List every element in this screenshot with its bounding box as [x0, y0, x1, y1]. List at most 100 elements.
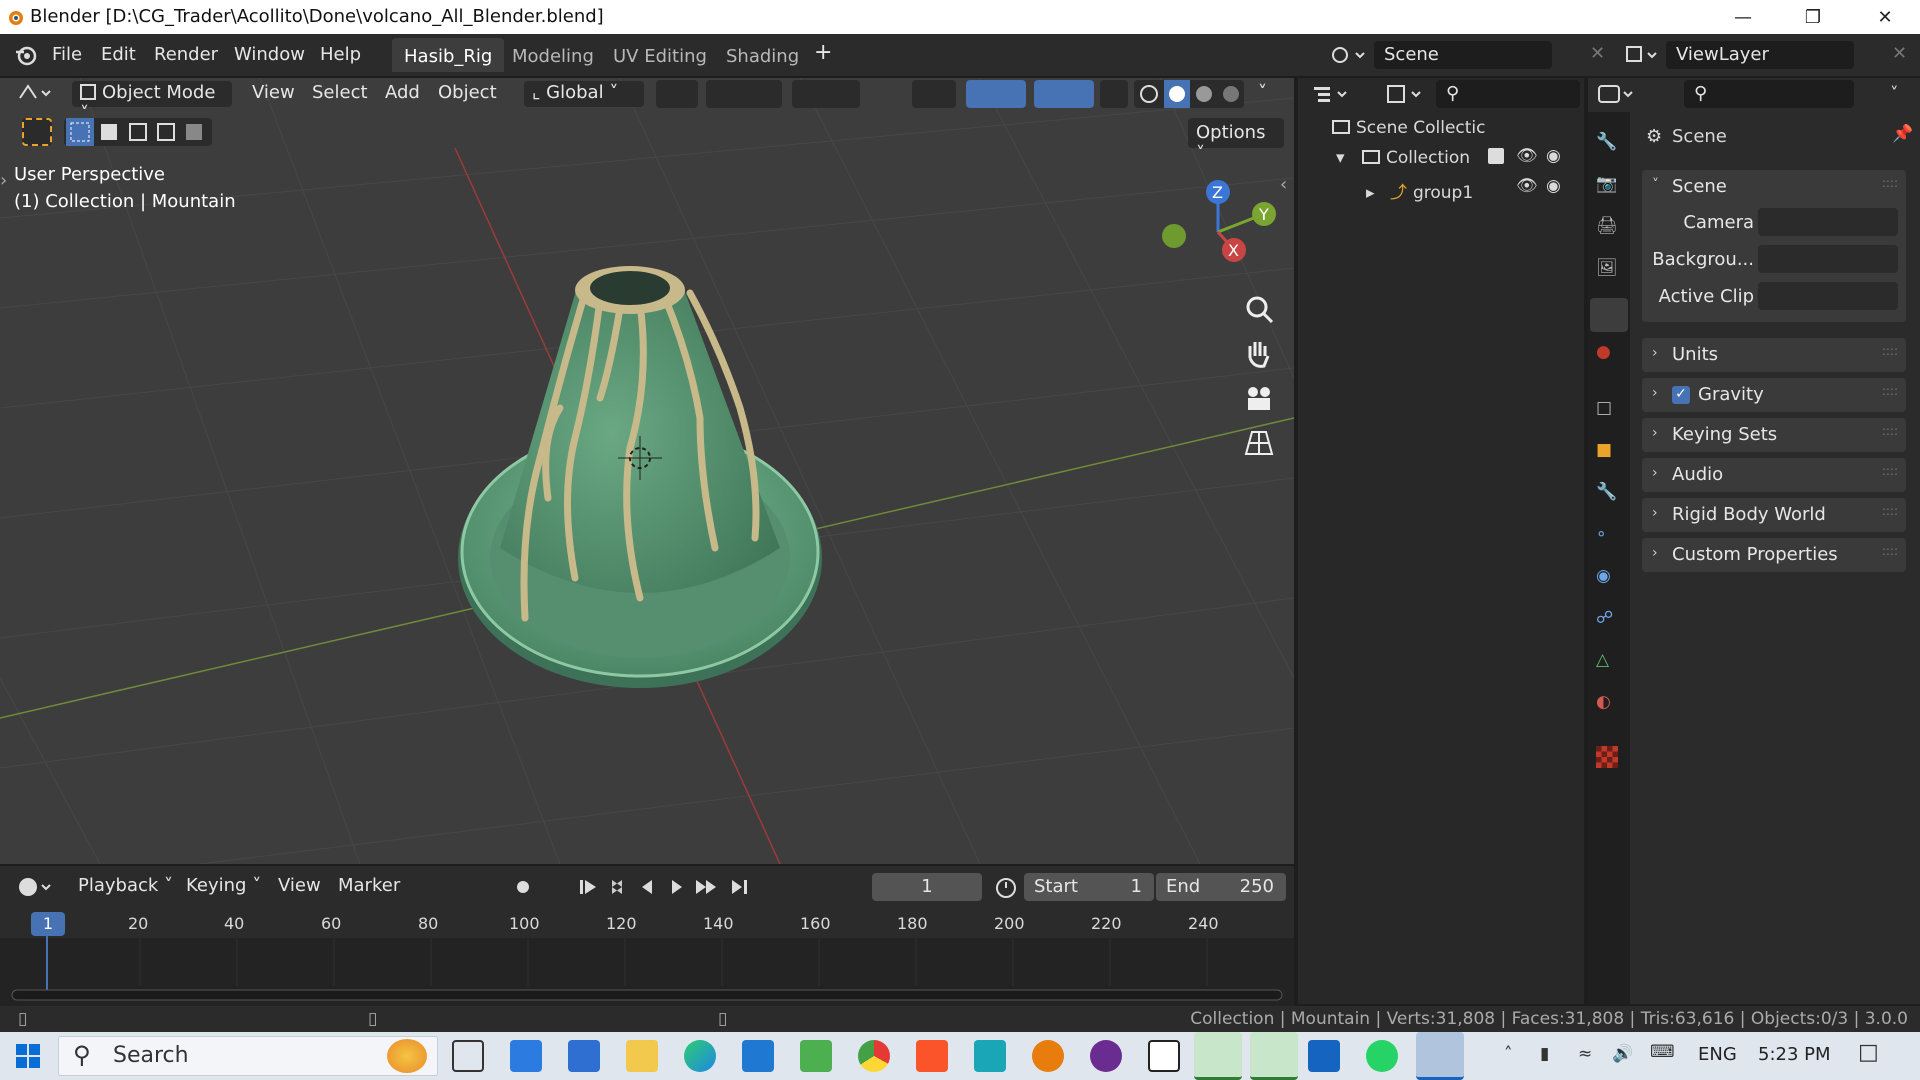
scene-field[interactable]: Scene [1374, 41, 1552, 69]
particles-tab-icon[interactable]: ∘ [1596, 524, 1622, 550]
tab-shading[interactable]: Shading [714, 38, 811, 72]
transform-orientation-dropdown[interactable]: ⌞ Global ˅ [524, 81, 644, 107]
m-app-icon[interactable] [974, 1040, 1006, 1072]
tool-tab-icon[interactable]: 🔧 [1596, 132, 1622, 158]
active-clip-field[interactable] [1758, 282, 1898, 310]
collection-checkbox-icon[interactable] [1488, 148, 1504, 164]
m-app-2-icon[interactable] [1308, 1040, 1340, 1072]
blender-active-icon[interactable] [1416, 1032, 1464, 1080]
auto-keying-icon[interactable] [506, 873, 558, 901]
navigation-gizmo[interactable]: Z Y X [1156, 172, 1280, 282]
material-tab-icon[interactable]: ◐ [1596, 692, 1622, 718]
whatsapp-icon[interactable] [1366, 1040, 1398, 1072]
panel-units[interactable]: › Units:::: [1642, 338, 1906, 372]
view-layer-tab-icon[interactable]: 🖼 [1596, 258, 1622, 284]
select-tool-icon[interactable] [22, 118, 52, 146]
gravity-checkbox-icon[interactable]: ✓ [1672, 386, 1690, 404]
display-mode-icon[interactable] [1384, 80, 1428, 108]
start-button-icon[interactable] [12, 1040, 44, 1072]
constraints-tab-icon[interactable]: ☍ [1596, 608, 1622, 634]
taskbar-search-box[interactable]: ⚲ Search [58, 1036, 438, 1076]
keyboard-icon[interactable]: ⌨ [1650, 1042, 1675, 1062]
select-mode-icons[interactable] [64, 118, 212, 146]
volume-icon[interactable]: 🔊 [1612, 1044, 1633, 1064]
start-frame-field[interactable]: Start 1 [1024, 873, 1154, 901]
blender-menu-icon[interactable] [14, 43, 38, 67]
menu-object[interactable]: Object [430, 81, 505, 107]
ortho-grid-icon[interactable] [1240, 424, 1278, 462]
zoom-icon[interactable] [1240, 290, 1278, 328]
brave-icon[interactable] [916, 1040, 948, 1072]
output-tab-icon[interactable]: 🖨 [1596, 216, 1622, 242]
tray-chevron-icon[interactable]: ˄ [1504, 1044, 1513, 1064]
mode-dropdown[interactable]: Object Mode ˅ [72, 81, 232, 124]
timeline-menu-keying[interactable]: Keying ˅ [178, 874, 269, 900]
new-scene-icon[interactable] [1554, 41, 1582, 69]
scene-tab-icon[interactable] [1590, 298, 1628, 332]
menu-view[interactable]: View [244, 81, 303, 107]
end-frame-field[interactable]: End 250 [1156, 873, 1286, 901]
outliner-row-collection[interactable]: ▾ Collection [1336, 148, 1470, 168]
vscode-icon[interactable] [742, 1040, 774, 1072]
chrome-active-icon-2[interactable] [1250, 1032, 1298, 1080]
camera-view-icon[interactable] [1240, 380, 1278, 418]
panel-keying-sets[interactable]: › Keying Sets:::: [1642, 418, 1906, 452]
close-button[interactable]: ✕ [1856, 0, 1914, 34]
gizmo-toggle-icon[interactable] [966, 80, 1026, 108]
object-tab-icon[interactable]: ■ [1596, 440, 1622, 466]
panel-gravity[interactable]: › ✓ Gravity:::: [1642, 378, 1906, 412]
data-tab-icon[interactable]: △ [1596, 650, 1622, 676]
stopwatch-icon[interactable] [992, 875, 1020, 899]
shading-mode-icons[interactable] [1134, 80, 1244, 108]
file-explorer-icon[interactable] [626, 1040, 658, 1072]
camera-field[interactable] [1758, 208, 1898, 236]
remove-scene-icon[interactable]: ✕ [1590, 43, 1605, 64]
pivot-point-icon[interactable] [656, 80, 698, 108]
menu-help[interactable]: Help [320, 44, 361, 65]
snapping-icon[interactable] [706, 80, 782, 108]
collection-visibility-icon[interactable]: 👁 [1516, 146, 1538, 166]
properties-options-chevron[interactable]: ˅ [1890, 84, 1899, 104]
toolbar-toggle-icon[interactable]: › [0, 170, 7, 191]
menu-file[interactable]: File [52, 44, 82, 65]
blender-taskbar-icon[interactable] [1032, 1040, 1064, 1072]
panel-custom-properties[interactable]: › Custom Properties:::: [1642, 538, 1906, 572]
menu-edit[interactable]: Edit [101, 44, 136, 65]
remove-viewlayer-icon[interactable]: ✕ [1892, 43, 1907, 64]
wifi-icon[interactable]: ≈ [1578, 1044, 1592, 1064]
minimize-button[interactable]: — [1714, 0, 1772, 34]
pan-hand-icon[interactable] [1240, 334, 1278, 372]
sidebar-toggle-icon[interactable]: ‹ [1280, 174, 1287, 195]
menu-window[interactable]: Window [234, 44, 305, 65]
scene-selector-icon[interactable] [1330, 41, 1374, 69]
current-frame-field[interactable]: 1 [872, 873, 982, 901]
shading-options-chevron[interactable]: ˅ [1250, 81, 1275, 107]
chrome-active-icon[interactable] [1194, 1032, 1242, 1080]
edge-icon[interactable] [684, 1040, 716, 1072]
render-tab-icon[interactable]: 📷 [1596, 174, 1622, 200]
group1-render-icon[interactable]: ◉ [1546, 176, 1561, 196]
overlay-toggle-icon[interactable] [1034, 80, 1094, 108]
modifier-tab-icon[interactable]: 🔧 [1596, 482, 1622, 508]
viewlayer-field[interactable]: ViewLayer [1666, 41, 1854, 69]
timeline-menu-playback[interactable]: Playback ˅ [70, 874, 181, 900]
restore-button[interactable]: ❐ [1784, 0, 1842, 34]
new-viewlayer-icon[interactable] [1856, 41, 1884, 69]
outliner-search-input[interactable]: ⚲ [1436, 80, 1580, 108]
properties-editor-type-icon[interactable] [1596, 80, 1640, 108]
menu-select[interactable]: Select [304, 81, 376, 107]
outliner-row-group1[interactable]: ▸ ⤴ group1 [1366, 178, 1473, 203]
collection-render-icon[interactable]: ◉ [1546, 146, 1561, 166]
group1-visibility-icon[interactable]: 👁 [1516, 176, 1538, 196]
notion-icon[interactable] [1148, 1040, 1180, 1072]
tab-uv-editing[interactable]: UV Editing [601, 38, 719, 72]
notepad-icon[interactable] [800, 1040, 832, 1072]
menu-add[interactable]: Add [377, 81, 428, 107]
task-view-icon[interactable] [452, 1040, 484, 1072]
mail-icon[interactable] [510, 1040, 542, 1072]
battery-icon[interactable]: ▮ [1540, 1044, 1549, 1064]
xray-toggle-icon[interactable] [1100, 80, 1128, 108]
timeline-menu-marker[interactable]: Marker [330, 874, 408, 900]
options-dropdown[interactable]: Options ˅ [1188, 118, 1284, 164]
viewlayer-selector-icon[interactable] [1624, 41, 1664, 69]
